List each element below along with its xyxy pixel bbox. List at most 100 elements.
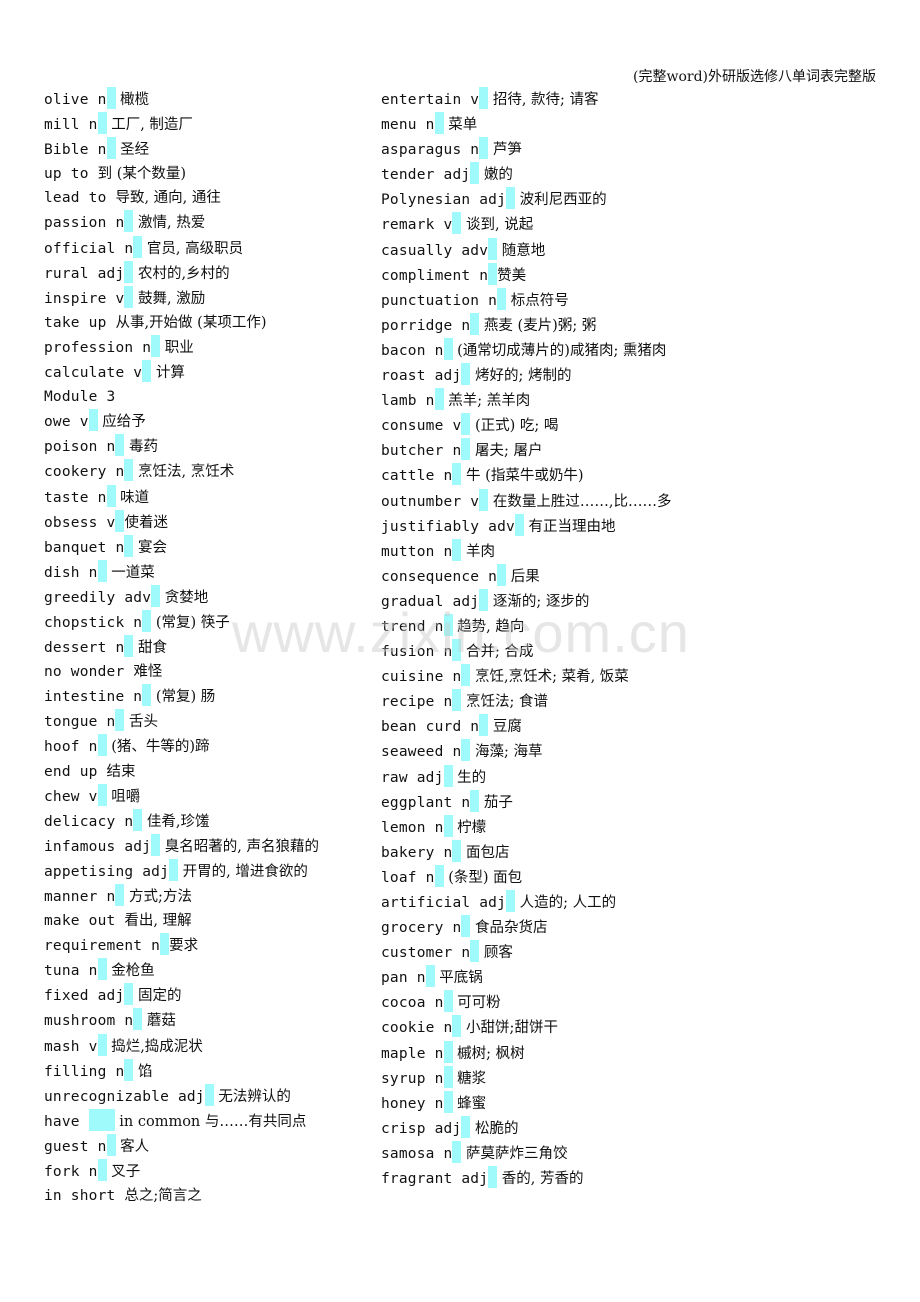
highlight-blank	[488, 262, 498, 285]
entry-definition: 使着迷	[124, 514, 168, 531]
entry-word: recipe n	[381, 694, 453, 711]
entry-definition: 蘑菇	[142, 1013, 176, 1030]
entry-definition: 官员, 高级职员	[142, 240, 244, 257]
entry-definition: 鼓舞, 激励	[133, 290, 206, 307]
entry-definition: 赞美	[497, 267, 527, 284]
vocabulary-entry: mutton n 羊肉	[381, 538, 711, 564]
entry-word: up to	[44, 166, 98, 183]
entry-word: make out	[44, 913, 125, 930]
vocabulary-entry: intestine n (常复) 肠	[44, 684, 374, 709]
entry-word: appetising adj	[44, 863, 170, 880]
highlight-blank	[497, 287, 507, 310]
entry-word: fusion n	[381, 644, 453, 661]
entry-definition: 导致, 通向, 通往	[115, 190, 221, 207]
highlight-blank	[97, 112, 107, 135]
entry-definition: 牛 (指菜牛或奶牛)	[461, 468, 584, 485]
entry-definition: 应给予	[97, 414, 146, 431]
entry-definition: 方式;方法	[124, 889, 192, 905]
entry-definition: 烹饪,烹饪术; 菜肴, 饭菜	[470, 669, 629, 686]
vocabulary-entry: end up 结束	[44, 760, 374, 784]
vocabulary-entry: filling n 馅	[44, 1058, 374, 1084]
highlight-blank	[97, 734, 107, 757]
entry-definition: 人造的; 人工的	[515, 895, 617, 911]
entry-definition: 燕麦 (麦片)粥; 粥	[479, 317, 597, 334]
entry-word: justifiably adv	[381, 518, 515, 535]
entry-definition: 客人	[115, 1138, 150, 1155]
highlight-blank	[151, 334, 161, 357]
entry-definition: 到 (某个数量)	[97, 166, 187, 183]
entry-definition: 谈到, 说起	[461, 217, 534, 234]
entry-word: infamous adj	[44, 838, 152, 855]
entry-word: loaf n	[381, 869, 435, 886]
vocabulary-entry: chopstick n (常复) 筷子	[44, 609, 374, 635]
vocabulary-entry: asparagus n 芦笋	[381, 137, 711, 162]
highlight-blank	[443, 337, 453, 360]
vocabulary-entry: entertain v 招待, 款待; 请客	[381, 87, 711, 112]
entry-word: casually adv	[381, 242, 489, 259]
highlight-blank	[479, 488, 489, 511]
vocabulary-entry: taste n 味道	[44, 484, 374, 510]
highlight-blank	[97, 559, 107, 582]
entry-word: punctuation n	[381, 292, 498, 309]
entry-word: chew v	[44, 788, 98, 805]
vocabulary-entry: fragrant adj 香的, 芳香的	[381, 1166, 711, 1191]
entry-definition: 食品杂货店	[470, 920, 548, 937]
highlight-blank	[443, 1090, 453, 1113]
highlight-blank	[97, 783, 107, 806]
entry-definition: 计算	[151, 365, 185, 382]
entry-definition: 香的, 芳香的	[497, 1171, 584, 1188]
entry-definition: 顾客	[479, 945, 513, 962]
entry-word: trend n	[381, 618, 444, 635]
highlight-blank	[470, 789, 480, 812]
highlight-blank	[488, 237, 498, 260]
entry-word: calculate v	[44, 365, 143, 382]
highlight-blank	[106, 484, 116, 507]
vocabulary-entry: infamous adj 臭名昭著的, 声名狼藉的	[44, 833, 374, 859]
vocabulary-entry: honey n 蜂蜜	[381, 1090, 711, 1116]
entry-definition: 随意地	[497, 242, 546, 259]
entry-definition: 小甜饼;甜饼干	[461, 1020, 558, 1037]
entry-definition: 可可粉	[452, 995, 501, 1012]
entry-definition: 招待, 款待; 请客	[488, 92, 599, 108]
entry-definition: (正式) 吃; 喝	[470, 418, 559, 435]
entry-definition: 羔羊; 羔羊肉	[443, 393, 531, 410]
vocabulary-entry: crisp adj 松脆的	[381, 1115, 711, 1141]
highlight-blank	[97, 958, 107, 981]
entry-word: fixed adj	[44, 988, 125, 1005]
vocabulary-entry: mash v 捣烂,捣成泥状	[44, 1033, 374, 1059]
vocabulary-entry: Module 3	[44, 385, 374, 409]
vocabulary-entry: menu n 菜单	[381, 112, 711, 137]
vocabulary-entry: mill n 工厂, 制造厂	[44, 112, 374, 137]
vocabulary-entry: compliment n 赞美	[381, 262, 711, 288]
vocabulary-entry: cookery n 烹饪法, 烹饪术	[44, 459, 374, 484]
entry-definition: 柠檬	[452, 819, 487, 836]
entry-definition: 逐渐的; 逐步的	[488, 593, 590, 610]
entry-definition: 固定的	[133, 988, 182, 1005]
entry-definition: 蜂蜜	[452, 1095, 487, 1112]
entry-definition: 趋势, 趋向	[452, 618, 525, 635]
entry-definition: 要求	[169, 938, 199, 955]
entry-definition: 农村的,乡村的	[133, 265, 230, 282]
vocabulary-entry: tender adj 嫩的	[381, 162, 711, 187]
entry-word: cookie n	[381, 1020, 453, 1037]
highlight-blank	[133, 808, 143, 831]
vocabulary-entry: outnumber v 在数量上胜过……,比……多	[381, 488, 711, 514]
highlight-blank	[470, 940, 480, 963]
highlight-blank	[204, 1083, 214, 1106]
entry-word: have	[44, 1113, 89, 1130]
vocabulary-entry: delicacy n 佳肴,珍馐	[44, 808, 374, 834]
highlight-blank	[142, 609, 152, 632]
entry-definition: 生的	[452, 769, 487, 786]
entry-word: guest n	[44, 1138, 107, 1155]
vocabulary-entry: fork n 叉子	[44, 1159, 374, 1184]
entry-word: delicacy n	[44, 813, 134, 830]
highlight-blank	[151, 584, 161, 607]
entry-word: bacon n	[381, 342, 444, 359]
entry-word: raw adj	[381, 769, 444, 786]
entry-word: outnumber v	[381, 493, 480, 510]
entry-word: cuisine n	[381, 669, 462, 686]
entry-word: porridge n	[381, 317, 471, 334]
entry-definition: 烹饪法; 食谱	[461, 694, 549, 711]
entry-word: fragrant adj	[381, 1171, 489, 1188]
vocabulary-entry: butcher n 屠夫; 屠户	[381, 438, 711, 463]
